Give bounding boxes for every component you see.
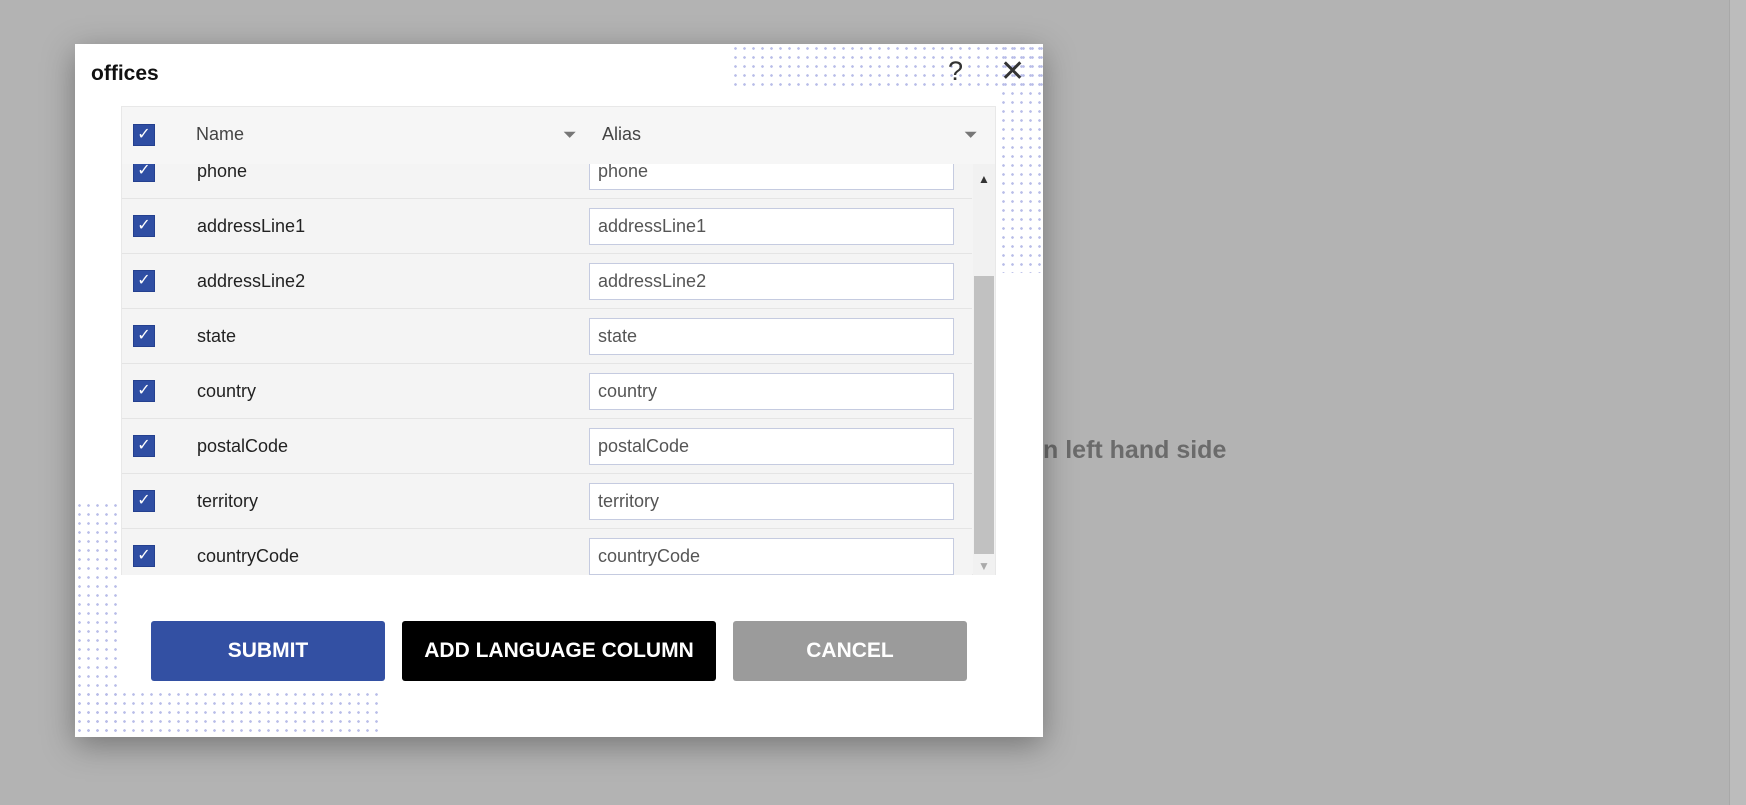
dot-pattern xyxy=(731,44,1043,91)
table-row: ✓ countryCode xyxy=(122,529,972,575)
page-scrollbar[interactable] xyxy=(1729,0,1746,805)
table-row: ✓ country xyxy=(122,364,972,419)
alias-input[interactable] xyxy=(589,428,954,465)
column-name: postalCode xyxy=(197,436,289,456)
submit-button[interactable]: SUBMIT xyxy=(151,621,385,681)
alias-input[interactable] xyxy=(589,263,954,300)
row-checkbox[interactable]: ✓ xyxy=(133,545,155,567)
column-name: country xyxy=(197,381,257,401)
row-checkbox[interactable]: ✓ xyxy=(133,270,155,292)
row-checkbox[interactable]: ✓ xyxy=(133,164,155,182)
columns-grid: ✓ Name ⏷ Alias ⏷ ✓ phone ✓ addressLine1 … xyxy=(121,106,996,575)
alias-input[interactable] xyxy=(589,164,954,190)
table-row: ✓ phone xyxy=(122,164,972,199)
grid-scrollbar[interactable]: ▲ ▼ xyxy=(973,164,995,575)
alias-input[interactable] xyxy=(589,483,954,520)
table-row: ✓ addressLine2 xyxy=(122,254,972,309)
table-row: ✓ territory xyxy=(122,474,972,529)
filter-icon[interactable]: ⏷ xyxy=(964,125,978,145)
alias-input[interactable] xyxy=(589,373,954,410)
help-icon[interactable]: ? xyxy=(948,56,963,87)
row-checkbox[interactable]: ✓ xyxy=(133,435,155,457)
column-name: territory xyxy=(197,491,259,511)
filter-icon[interactable]: ⏷ xyxy=(563,125,577,145)
select-all-checkbox[interactable]: ✓ xyxy=(133,124,155,146)
column-header-name[interactable]: Name xyxy=(196,124,244,145)
column-name: countryCode xyxy=(197,546,300,566)
grid-body: ✓ phone ✓ addressLine1 ✓ addressLine2 ✓ … xyxy=(122,164,972,575)
column-name: addressLine2 xyxy=(197,271,306,291)
scrollbar-thumb[interactable] xyxy=(974,276,994,554)
column-header-alias[interactable]: Alias xyxy=(602,124,641,145)
alias-input[interactable] xyxy=(589,538,954,575)
scroll-up-arrow-icon[interactable]: ▲ xyxy=(973,172,995,186)
column-name: addressLine1 xyxy=(197,216,306,236)
column-name: state xyxy=(197,326,237,346)
scroll-down-arrow-icon[interactable]: ▼ xyxy=(973,559,995,573)
cancel-button[interactable]: CANCEL xyxy=(733,621,967,681)
table-row: ✓ postalCode xyxy=(122,419,972,474)
row-checkbox[interactable]: ✓ xyxy=(133,380,155,402)
row-checkbox[interactable]: ✓ xyxy=(133,325,155,347)
dialog-title: offices xyxy=(91,62,159,85)
close-icon[interactable]: ✕ xyxy=(1000,54,1025,89)
column-name: phone xyxy=(197,164,248,181)
grid-header: ✓ Name ⏷ Alias ⏷ xyxy=(122,107,995,164)
offices-dialog: offices ? ✕ ✓ Name ⏷ Alias ⏷ ✓ phone ✓ a… xyxy=(75,44,1043,737)
row-checkbox[interactable]: ✓ xyxy=(133,215,155,237)
table-row: ✓ state xyxy=(122,309,972,364)
background-hint-text: n left hand side xyxy=(1043,436,1227,464)
add-language-column-button[interactable]: ADD LANGUAGE COLUMN xyxy=(402,621,716,681)
table-row: ✓ addressLine1 xyxy=(122,199,972,254)
row-checkbox[interactable]: ✓ xyxy=(133,490,155,512)
dot-pattern xyxy=(75,690,384,737)
alias-input[interactable] xyxy=(589,318,954,355)
alias-input[interactable] xyxy=(589,208,954,245)
